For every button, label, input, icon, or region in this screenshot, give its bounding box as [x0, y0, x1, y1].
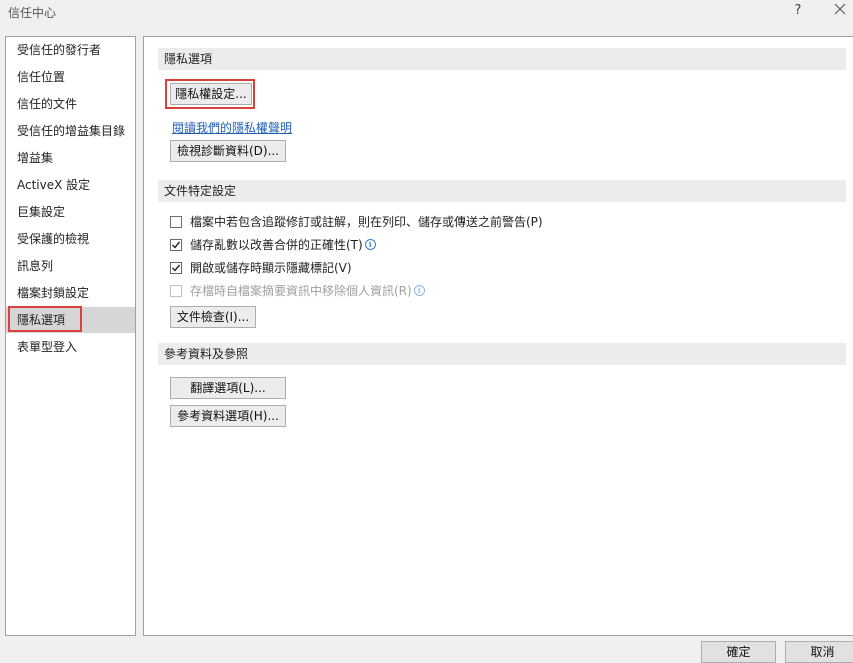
sidebar-item-trusted-locations[interactable]: 信任位置 [6, 64, 135, 90]
translation-options-button[interactable]: 翻譯選項(L)... [170, 377, 286, 399]
sidebar-nav: 受信任的發行者 信任位置 信任的文件 受信任的增益集目錄 增益集 ActiveX… [5, 36, 136, 636]
document-inspector-button[interactable]: 文件檢查(I)... [170, 306, 256, 328]
show-hidden-markup-label: 開啟或儲存時顯示隱藏標記(V) [190, 261, 352, 275]
privacy-settings-button[interactable]: 隱私權設定... [170, 83, 252, 105]
sidebar-item-trusted-publishers[interactable]: 受信任的發行者 [6, 37, 135, 63]
section-header-privacy: 隱私選項 [158, 48, 846, 70]
store-random-number-checkbox[interactable] [170, 239, 182, 251]
sidebar-item-privacy-options[interactable]: 隱私選項 [6, 307, 135, 333]
section-header-reference: 參考資料及參照 [158, 343, 846, 365]
privacy-statement-link[interactable]: 閱讀我們的隱私權聲明 [172, 119, 292, 136]
remove-personal-info-checkbox [170, 285, 182, 297]
remove-personal-info-label: 存檔時自檔案摘要資訊中移除個人資訊(R) [190, 284, 412, 298]
research-options-button[interactable]: 參考資料選項(H)... [170, 405, 286, 427]
sidebar-item-trusted-addin-catalogs[interactable]: 受信任的增益集目錄 [6, 118, 135, 144]
title-bar: 信任中心 ? [0, 0, 853, 26]
sidebar-item-activex-settings[interactable]: ActiveX 設定 [6, 172, 135, 198]
store-random-number-label: 儲存亂數以改善合併的正確性(T) [190, 238, 363, 252]
sidebar-item-addins[interactable]: 增益集 [6, 145, 135, 171]
sidebar-item-form-based-signin[interactable]: 表單型登入 [6, 334, 135, 360]
warn-before-print-label: 檔案中若包含追蹤修訂或註解，則在列印、儲存或傳送之前警告(P) [190, 215, 543, 229]
sidebar-item-macro-settings[interactable]: 巨集設定 [6, 199, 135, 225]
show-hidden-markup-checkbox[interactable] [170, 262, 182, 274]
section-header-document: 文件特定設定 [158, 180, 846, 202]
info-icon[interactable]: i [413, 285, 425, 296]
sidebar-item-protected-view[interactable]: 受保護的檢視 [6, 226, 135, 252]
sidebar-item-file-block-settings[interactable]: 檔案封鎖設定 [6, 280, 135, 306]
warn-before-print-checkbox[interactable] [170, 216, 182, 228]
close-icon[interactable] [833, 2, 849, 20]
sidebar-item-trusted-documents[interactable]: 信任的文件 [6, 91, 135, 117]
sidebar-item-message-bar[interactable]: 訊息列 [6, 253, 135, 279]
window-title: 信任中心 [8, 6, 57, 20]
view-diagnostics-button[interactable]: 檢視診斷資料(D)... [170, 140, 286, 162]
info-icon[interactable]: i [364, 239, 376, 250]
help-button[interactable]: ? [790, 3, 806, 21]
